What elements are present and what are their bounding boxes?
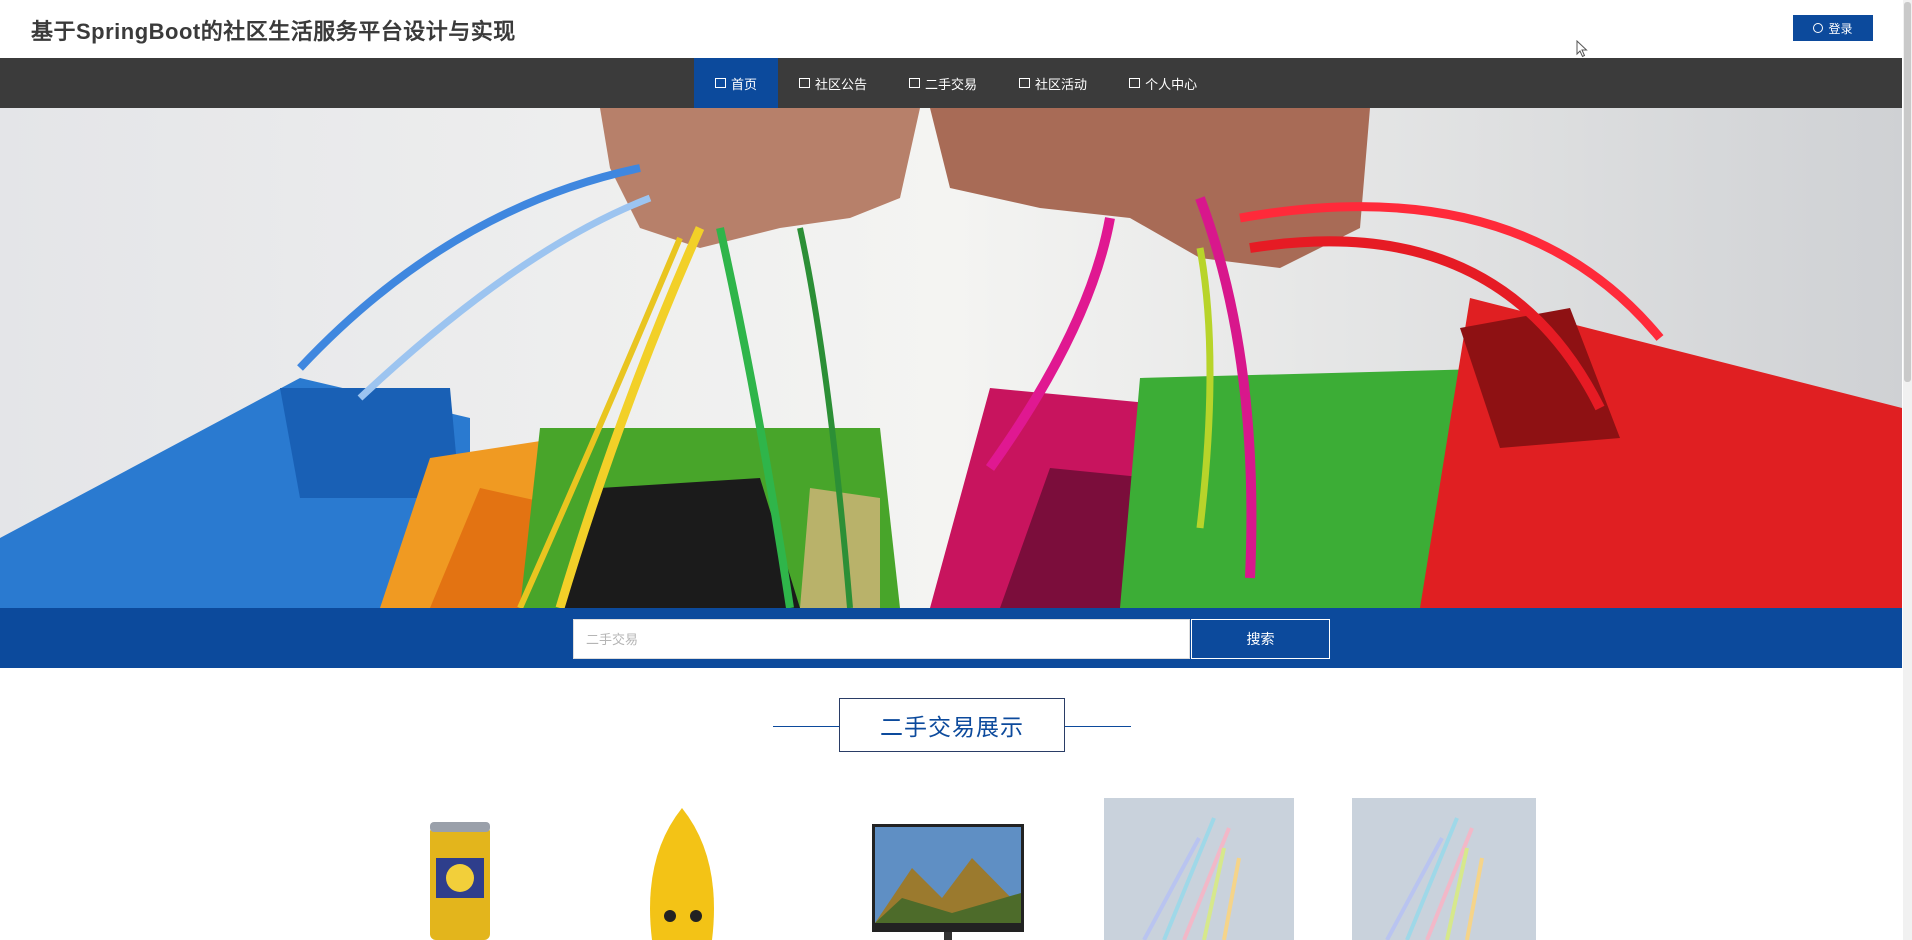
user-icon bbox=[1813, 23, 1824, 33]
nav-list: 首页 社区公告 二手交易 社区活动 个人中心 bbox=[694, 58, 1218, 108]
page-scrollbar[interactable] bbox=[1903, 0, 1912, 940]
search-input[interactable] bbox=[573, 619, 1190, 659]
product-pens-2[interactable] bbox=[1352, 798, 1536, 940]
monitor-image bbox=[872, 798, 1024, 940]
nav-item-label: 社区活动 bbox=[1035, 76, 1088, 92]
product-pens-1[interactable] bbox=[1104, 798, 1294, 940]
pens-image bbox=[1104, 798, 1294, 940]
section-title: 二手交易展示 bbox=[839, 698, 1065, 752]
duck-toy-image bbox=[632, 798, 732, 940]
header: 基于SpringBoot的社区生活服务平台设计与实现 登录 bbox=[0, 0, 1912, 58]
search-button[interactable]: 搜索 bbox=[1191, 619, 1330, 659]
product-monitor[interactable] bbox=[872, 798, 1024, 940]
scrollbar-thumb[interactable] bbox=[1904, 2, 1911, 382]
nav-item-label: 个人中心 bbox=[1145, 76, 1198, 92]
nav-item-label: 首页 bbox=[731, 76, 758, 92]
user-icon bbox=[1129, 78, 1141, 88]
main-nav: 首页 社区公告 二手交易 社区活动 个人中心 bbox=[0, 58, 1902, 108]
product-toy[interactable] bbox=[632, 798, 732, 940]
search-bar: 搜索 bbox=[0, 608, 1902, 668]
nav-item-activity[interactable]: 社区活动 bbox=[998, 58, 1108, 108]
shopping-bags-image bbox=[0, 108, 1902, 608]
section-header: 二手交易展示 bbox=[773, 698, 1131, 754]
nav-item-label: 社区公告 bbox=[815, 76, 868, 92]
home-icon bbox=[715, 78, 726, 88]
hero-banner bbox=[0, 108, 1902, 608]
nav-item-label: 二手交易 bbox=[925, 76, 978, 92]
nav-item-notice[interactable]: 社区公告 bbox=[778, 58, 888, 108]
product-can[interactable] bbox=[418, 798, 502, 940]
activity-icon bbox=[1019, 78, 1031, 88]
nav-item-home[interactable]: 首页 bbox=[694, 58, 779, 108]
product-list bbox=[0, 798, 1902, 940]
login-label: 登录 bbox=[1828, 21, 1853, 36]
nav-item-user[interactable]: 个人中心 bbox=[1108, 58, 1218, 108]
notice-icon bbox=[799, 78, 811, 88]
nav-item-trade[interactable]: 二手交易 bbox=[888, 58, 998, 108]
can-image bbox=[418, 798, 502, 940]
pens-image bbox=[1352, 798, 1536, 940]
site-title: 基于SpringBoot的社区生活服务平台设计与实现 bbox=[31, 19, 516, 44]
login-button[interactable]: 登录 bbox=[1793, 15, 1873, 41]
trade-icon bbox=[909, 78, 921, 88]
